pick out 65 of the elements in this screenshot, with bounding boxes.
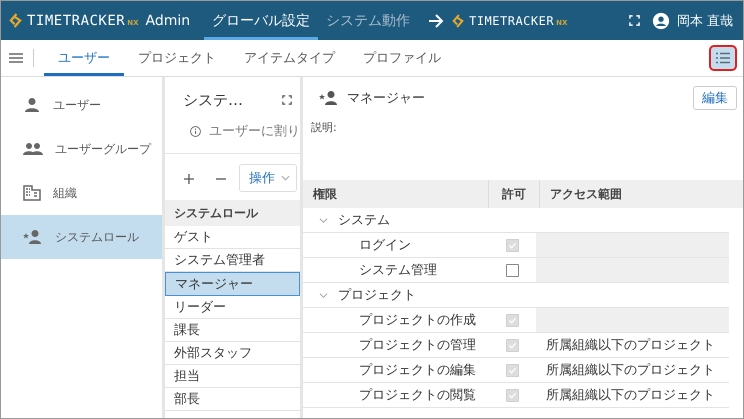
chevron-down-icon[interactable] — [319, 290, 328, 300]
list-icon — [716, 52, 730, 64]
sidebar-item[interactable]: ユーザーグループ — [1, 127, 162, 171]
column-header: アクセス範囲 — [549, 186, 623, 202]
permission-name: プロジェクトの管理 — [358, 337, 477, 354]
checkmark-icon — [508, 366, 517, 374]
role-row[interactable]: ゲスト — [165, 226, 300, 249]
list-view-button[interactable] — [709, 45, 737, 71]
caret-icon — [281, 175, 290, 181]
role-row[interactable]: 外部スタッフ — [165, 342, 300, 365]
permission-name: ログイン — [358, 237, 412, 254]
checkmark-icon — [508, 316, 517, 324]
group-label: プロジェクト — [338, 287, 416, 304]
tab[interactable]: アイテムタイプ — [230, 40, 349, 76]
role-title: マネージャー — [347, 90, 425, 107]
app-name: Admin — [145, 12, 190, 28]
column-header: 権限 — [303, 180, 489, 208]
chevron-down-icon[interactable] — [319, 216, 328, 224]
logo-icon — [452, 14, 464, 28]
sidebar-item[interactable]: ユーザー — [1, 83, 162, 127]
menu-icon[interactable] — [9, 53, 23, 63]
description-label: 説明: — [310, 120, 338, 136]
permission-name: プロジェクトの作成 — [358, 312, 477, 329]
person-star-icon — [23, 229, 43, 245]
nav-tab[interactable]: グローバル設定 — [204, 1, 318, 40]
fullscreen-icon[interactable] — [282, 95, 292, 105]
info-text: ユーザーに割り — [209, 123, 300, 140]
column-header: 許可 — [489, 180, 540, 208]
person-icon — [23, 97, 41, 113]
logo-icon — [9, 13, 22, 28]
access-scope: 所属組織以下のプロジェクト — [545, 387, 716, 404]
group-label: システム — [338, 212, 390, 229]
logo-text: TIMETRACKER — [27, 12, 126, 28]
edit-button[interactable]: 編集 — [693, 86, 737, 110]
checkmark-icon — [508, 240, 517, 250]
people-icon — [23, 142, 43, 156]
building-icon — [23, 185, 41, 201]
role-row[interactable]: リーダー — [165, 296, 300, 319]
remove-button[interactable]: − — [207, 168, 235, 188]
person-star-icon — [319, 90, 339, 106]
add-button[interactable]: + — [175, 168, 203, 188]
tab[interactable]: プロジェクト — [124, 40, 230, 76]
actions-dropdown[interactable]: 操作 — [239, 164, 297, 192]
nav-tab[interactable]: システム動作 — [318, 1, 418, 40]
role-row[interactable]: 担当 — [165, 365, 300, 388]
role-row[interactable]: マネージャー — [165, 272, 300, 296]
checkmark-icon — [508, 390, 517, 400]
arrow-icon — [428, 14, 444, 28]
account-icon[interactable] — [652, 12, 670, 30]
access-scope: 所属組織以下のプロジェクト — [545, 362, 716, 379]
logo-text: TIMETRACKER — [469, 14, 554, 28]
access-scope: 所属組織以下のプロジェクト — [545, 337, 716, 354]
permission-name: プロジェクトの編集 — [358, 362, 477, 379]
checkmark-icon — [508, 340, 517, 350]
sidebar-item[interactable]: システムロール — [1, 215, 162, 259]
sidebar-item[interactable]: 組織 — [1, 171, 162, 215]
pane-title: システ… — [183, 90, 243, 110]
permission-name: プロジェクトの閲覧 — [358, 387, 477, 404]
tab[interactable]: プロファイル — [349, 40, 455, 76]
role-row[interactable]: 課長 — [165, 319, 300, 342]
permission-name: システム管理 — [358, 262, 438, 279]
column-header: システムロール — [165, 200, 300, 226]
checkbox[interactable] — [506, 264, 519, 276]
user-name[interactable]: 岡本 直哉 — [676, 12, 733, 30]
role-row[interactable]: 部長 — [165, 388, 300, 411]
